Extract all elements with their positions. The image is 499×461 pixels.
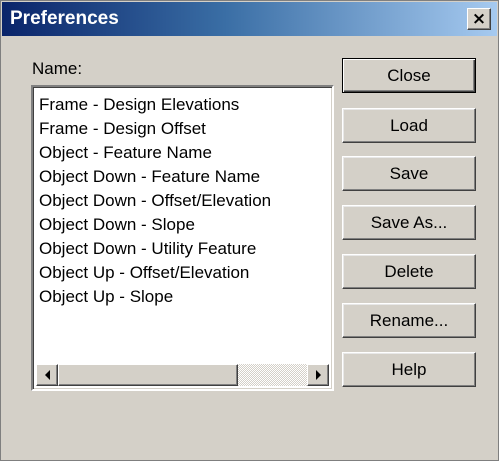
list-item[interactable]: Object Down - Feature Name	[39, 165, 326, 189]
preferences-dialog: Preferences × Name: Frame - Design Eleva…	[0, 0, 499, 461]
name-label: Name:	[32, 59, 83, 78]
window-title: Preferences	[10, 8, 119, 29]
rename-button[interactable]: Rename...	[342, 303, 476, 338]
list-item[interactable]: Frame - Design Elevations	[39, 93, 326, 117]
save-button[interactable]: Save	[342, 156, 476, 191]
load-button[interactable]: Load	[342, 108, 476, 143]
scroll-left-button[interactable]	[36, 364, 58, 386]
title-bar[interactable]: Preferences ×	[2, 2, 497, 36]
close-button[interactable]: Close	[342, 58, 476, 93]
preferences-listbox[interactable]: Frame - Design Elevations Frame - Design…	[31, 85, 334, 391]
scroll-right-button[interactable]	[307, 364, 329, 386]
list-item[interactable]: Object Up - Offset/Elevation	[39, 261, 326, 285]
list-item[interactable]: Object Down - Offset/Elevation	[39, 189, 326, 213]
close-window-icon[interactable]: ×	[467, 8, 491, 30]
list-item[interactable]: Frame - Design Offset	[39, 117, 326, 141]
list-item[interactable]: Object Down - Utility Feature	[39, 237, 326, 261]
arrow-right-icon	[315, 370, 321, 380]
delete-button[interactable]: Delete	[342, 254, 476, 289]
preferences-list: Frame - Design Elevations Frame - Design…	[39, 93, 326, 309]
save-as-button[interactable]: Save As...	[342, 205, 476, 240]
arrow-left-icon	[44, 370, 50, 380]
list-item[interactable]: Object - Feature Name	[39, 141, 326, 165]
horizontal-scrollbar[interactable]	[36, 364, 329, 386]
help-button[interactable]: Help	[342, 352, 476, 387]
scrollbar-thumb[interactable]	[58, 364, 238, 386]
list-item[interactable]: Object Up - Slope	[39, 285, 326, 309]
scrollbar-track[interactable]	[238, 364, 307, 386]
list-item[interactable]: Object Down - Slope	[39, 213, 326, 237]
